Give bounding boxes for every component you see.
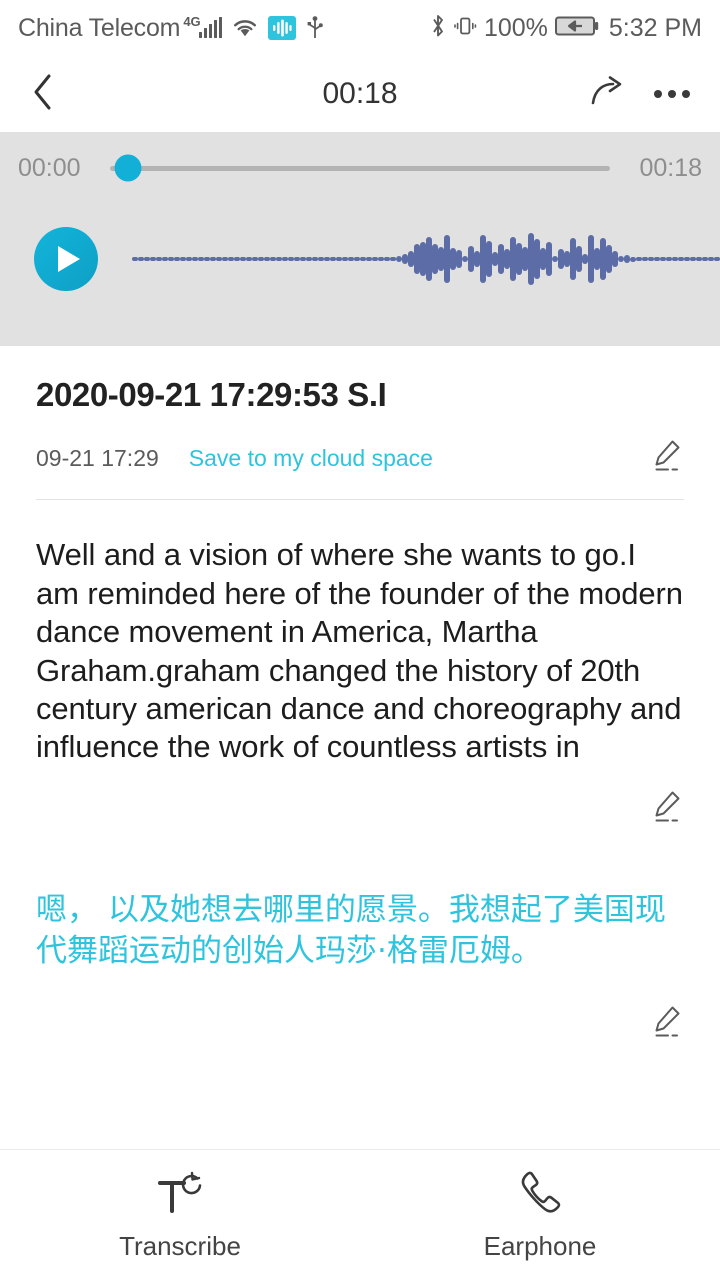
earphone-icon bbox=[513, 1169, 567, 1221]
chinese-transcript-block: 嗯， 以及她想去哪里的愿景。我想起了美国现代舞蹈运动的创始人玛莎·格雷厄姆。 bbox=[0, 830, 720, 972]
total-time-label: 00:18 bbox=[639, 153, 702, 182]
earphone-button[interactable]: Earphone bbox=[360, 1169, 720, 1262]
seek-thumb[interactable] bbox=[114, 154, 142, 182]
more-button[interactable] bbox=[654, 90, 690, 98]
english-transcript-text[interactable]: Well and a vision of where she wants to … bbox=[36, 536, 684, 767]
edit-title-button[interactable] bbox=[650, 438, 684, 479]
play-icon bbox=[58, 246, 80, 272]
save-to-cloud-link[interactable]: Save to my cloud space bbox=[189, 445, 433, 472]
chevron-left-icon bbox=[30, 72, 56, 117]
play-button[interactable] bbox=[34, 227, 98, 291]
seek-track bbox=[110, 165, 610, 171]
vibrate-icon bbox=[453, 14, 477, 43]
usb-icon bbox=[306, 16, 324, 40]
bottom-action-bar: Transcribe Earphone bbox=[0, 1149, 720, 1280]
edit-chinese-button[interactable] bbox=[650, 1004, 684, 1045]
status-bar: China Telecom 4G 100% 5:32 PM bbox=[0, 0, 720, 56]
wifi-icon bbox=[232, 18, 258, 38]
edit-chinese-row bbox=[0, 972, 720, 1045]
more-dots-icon bbox=[654, 90, 690, 98]
transcribe-icon bbox=[152, 1169, 208, 1221]
share-button[interactable] bbox=[590, 75, 626, 114]
waveform-row bbox=[18, 204, 720, 314]
pencil-edit-icon bbox=[650, 440, 684, 478]
nav-actions bbox=[590, 75, 690, 114]
back-button[interactable] bbox=[30, 72, 74, 116]
voice-assistant-icon bbox=[267, 16, 296, 40]
recording-title: 2020-09-21 17:29:53 S.I bbox=[36, 376, 387, 413]
current-time-label: 00:00 bbox=[18, 153, 81, 182]
transcribe-button[interactable]: Transcribe bbox=[0, 1169, 360, 1262]
status-bar-right: 100% 5:32 PM bbox=[430, 13, 702, 44]
bluetooth-icon bbox=[430, 13, 446, 44]
content-area: 2020-09-21 17:29:53 S.I 09-21 17:29 Save… bbox=[0, 346, 720, 1045]
carrier-name: China Telecom bbox=[18, 13, 181, 42]
nav-bar: 00:18 bbox=[0, 56, 720, 132]
seek-slider[interactable] bbox=[110, 154, 610, 182]
english-transcript-block: Well and a vision of where she wants to … bbox=[0, 500, 720, 767]
seek-row: 00:00 00:18 bbox=[18, 132, 702, 204]
edit-english-row bbox=[0, 767, 720, 830]
audio-player-panel: 00:00 00:18 bbox=[0, 132, 720, 346]
recording-header: 2020-09-21 17:29:53 S.I 09-21 17:29 Save… bbox=[0, 346, 720, 479]
pencil-edit-icon bbox=[650, 1006, 684, 1044]
transcribe-label: Transcribe bbox=[119, 1230, 241, 1261]
status-bar-left: China Telecom 4G bbox=[18, 14, 430, 43]
share-arrow-icon bbox=[590, 75, 626, 113]
edit-english-button[interactable] bbox=[650, 789, 684, 830]
network-type-label: 4G bbox=[183, 13, 201, 29]
battery-charging-icon bbox=[554, 14, 599, 43]
waveform[interactable] bbox=[132, 229, 720, 289]
earphone-label: Earphone bbox=[483, 1230, 597, 1261]
recording-meta-row: 09-21 17:29 Save to my cloud space bbox=[36, 437, 684, 479]
clock-label: 5:32 PM bbox=[608, 13, 702, 42]
chinese-transcript-text[interactable]: 嗯， 以及她想去哪里的愿景。我想起了美国现代舞蹈运动的创始人玛莎·格雷厄姆。 bbox=[36, 890, 684, 972]
pencil-edit-icon bbox=[650, 791, 684, 829]
recording-date: 09-21 17:29 bbox=[36, 444, 159, 471]
battery-percent-label: 100% bbox=[483, 13, 548, 42]
signal-bars-icon bbox=[198, 17, 222, 38]
